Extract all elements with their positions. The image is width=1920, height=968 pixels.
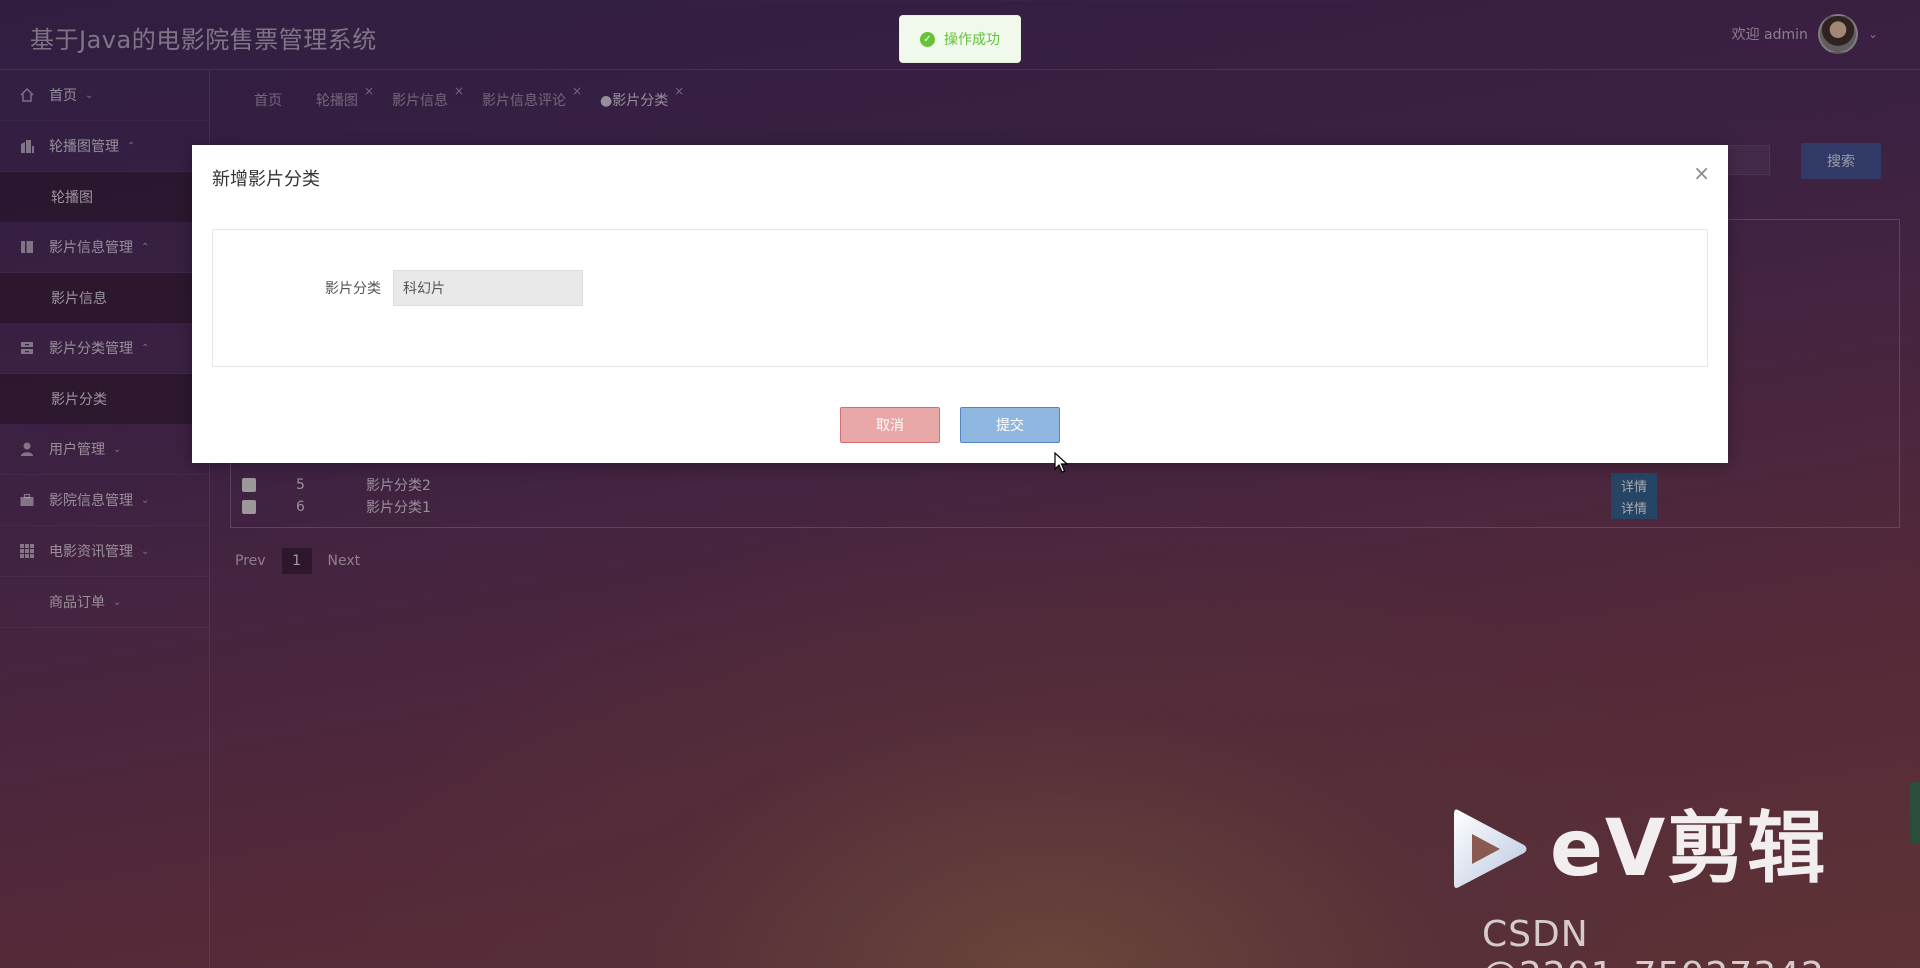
close-icon[interactable]: × (1693, 163, 1710, 183)
mouse-cursor-icon (1054, 451, 1070, 478)
category-name-input[interactable] (393, 270, 583, 306)
play-icon (1454, 809, 1527, 888)
side-widget-tab[interactable] (1910, 782, 1920, 844)
form-panel: 影片分类 (212, 229, 1708, 367)
cancel-button[interactable]: 取消 (840, 407, 940, 443)
success-toast: ✓ 操作成功 (899, 15, 1021, 63)
category-field-label: 影片分类 (325, 281, 381, 297)
ev-watermark: eV剪辑 (1450, 806, 1827, 892)
dialog-title: 新增影片分类 (212, 169, 320, 190)
add-category-dialog: 新增影片分类 × 影片分类 取消 提交 (192, 145, 1728, 463)
toast-message: 操作成功 (944, 32, 1000, 48)
submit-button[interactable]: 提交 (960, 407, 1060, 443)
csdn-watermark: CSDN @2201_75927342 (1482, 914, 1824, 968)
check-circle-icon: ✓ (920, 31, 935, 47)
ev-brand-text: eV剪辑 (1550, 804, 1828, 894)
